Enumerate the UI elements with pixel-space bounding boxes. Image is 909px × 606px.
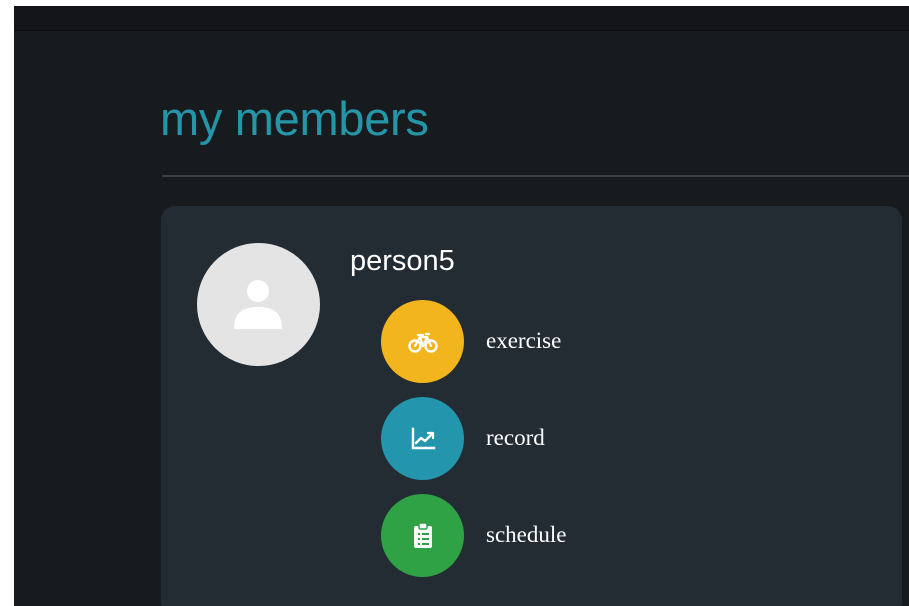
clipboard-list-icon bbox=[414, 522, 432, 548]
member-card: person5 exercise record schedule bbox=[161, 206, 902, 606]
avatar[interactable] bbox=[197, 243, 320, 366]
schedule-button[interactable] bbox=[381, 494, 464, 577]
exercise-button[interactable] bbox=[381, 300, 464, 383]
member-name: person5 bbox=[350, 245, 455, 277]
schedule-label[interactable]: schedule bbox=[486, 520, 566, 550]
schedule-action[interactable]: schedule bbox=[381, 494, 641, 577]
top-bar bbox=[14, 6, 909, 31]
record-button[interactable] bbox=[381, 397, 464, 480]
exercise-action[interactable]: exercise bbox=[381, 300, 641, 383]
bicycle-icon bbox=[408, 332, 438, 353]
record-action[interactable]: record bbox=[381, 397, 641, 480]
page-title: my members bbox=[160, 92, 429, 145]
line-chart-icon bbox=[411, 427, 436, 450]
record-label[interactable]: record bbox=[486, 423, 545, 453]
exercise-label[interactable]: exercise bbox=[486, 326, 561, 356]
title-divider bbox=[162, 175, 909, 177]
person-icon bbox=[234, 280, 282, 329]
app-window: my members person5 exercise record sched… bbox=[14, 6, 909, 606]
